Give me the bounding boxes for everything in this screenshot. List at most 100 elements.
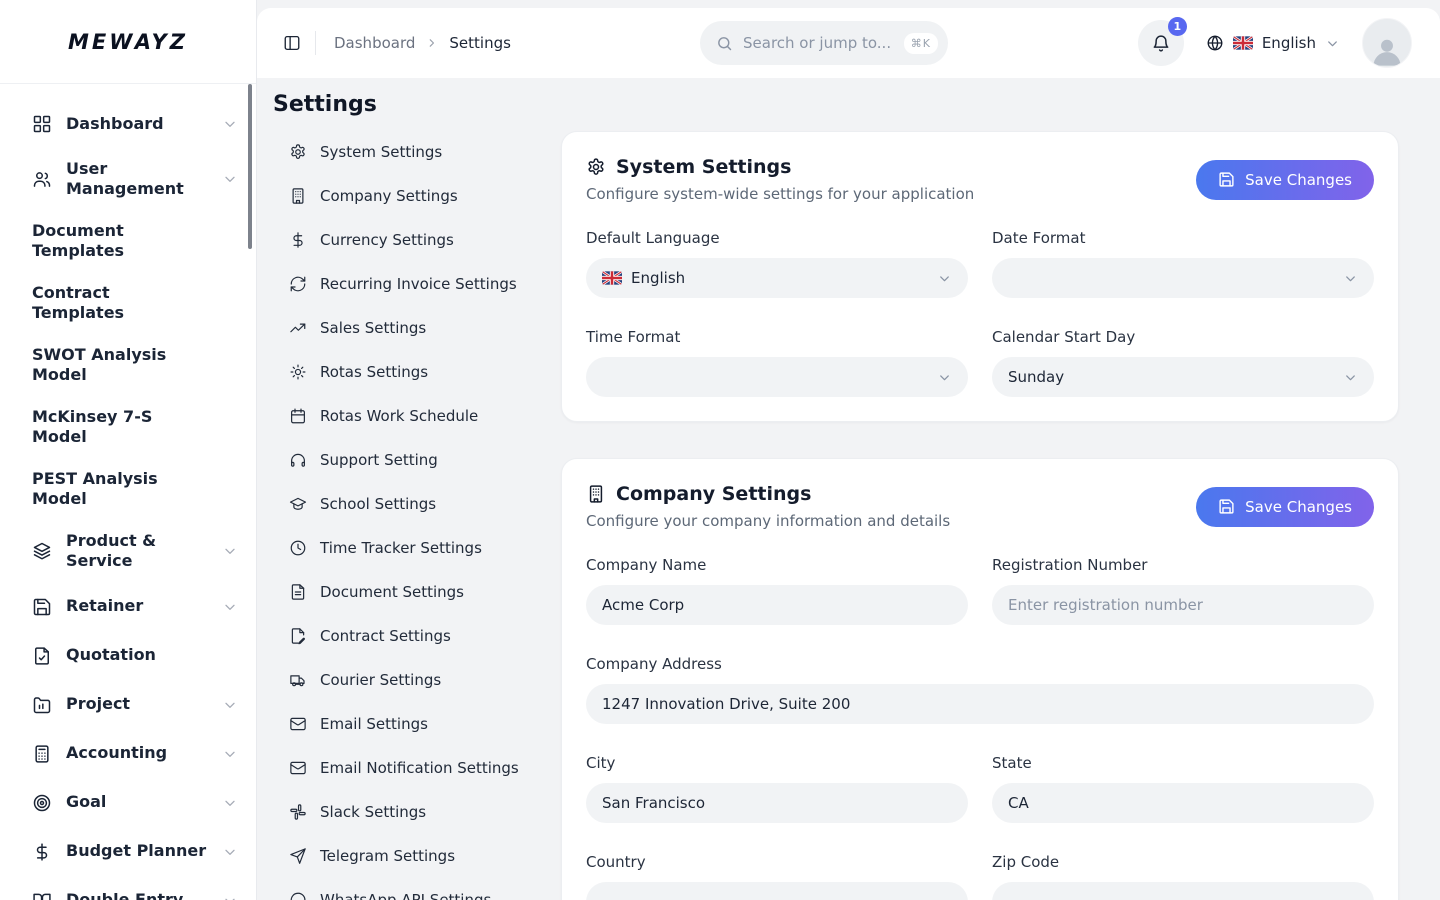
message-circle-icon <box>289 891 307 900</box>
settings-menu-item-currency-settings[interactable]: Currency Settings <box>289 225 561 255</box>
headphones-icon <box>289 451 307 469</box>
sidebar-item-accounting[interactable]: Accounting <box>32 740 238 768</box>
sidebar-item-pest-analysis-model[interactable]: PEST Analysis Model <box>32 469 238 510</box>
search-input[interactable] <box>743 34 894 52</box>
settings-menu-item-rotas-work-schedule[interactable]: Rotas Work Schedule <box>289 401 561 431</box>
settings-menu-label: Support Setting <box>320 451 438 469</box>
city-input[interactable] <box>586 783 968 823</box>
card-head-text: System Settings Configure system-wide se… <box>586 156 974 203</box>
sidebar-item-double-entry[interactable]: Double Entry <box>32 887 238 900</box>
settings-menu-item-document-settings[interactable]: Document Settings <box>289 577 561 607</box>
settings-menu-item-sales-settings[interactable]: Sales Settings <box>289 313 561 343</box>
sidebar-item-swot-analysis-model[interactable]: SWOT Analysis Model <box>32 345 238 386</box>
settings-menu-item-email-notification-settings[interactable]: Email Notification Settings <box>289 753 561 783</box>
date-format-select[interactable] <box>992 258 1374 298</box>
sidebar-scrollbar[interactable] <box>248 84 252 249</box>
settings-menu-item-recurring-invoice-settings[interactable]: Recurring Invoice Settings <box>289 269 561 299</box>
sidebar-item-user-management[interactable]: User Management <box>32 159 238 200</box>
settings-menu-label: Contract Settings <box>320 627 451 645</box>
sidebar-item-project[interactable]: Project <box>32 691 238 719</box>
settings-menu-item-courier-settings[interactable]: Courier Settings <box>289 665 561 695</box>
user-avatar[interactable] <box>1362 18 1412 68</box>
card-fields: Company Name Registration Number Company… <box>586 556 1374 900</box>
registration-number-label: Registration Number <box>992 556 1374 574</box>
company-name-input[interactable] <box>586 585 968 625</box>
send-icon <box>289 847 307 865</box>
chevron-down-icon <box>1325 36 1340 51</box>
settings-menu-item-support-setting[interactable]: Support Setting <box>289 445 561 475</box>
brand-logo-wrap: MEWAYZ <box>0 0 256 84</box>
chevron-down-icon <box>222 844 238 860</box>
settings-menu-item-telegram-settings[interactable]: Telegram Settings <box>289 841 561 871</box>
chevron-right-icon <box>425 36 439 50</box>
sidebar-item-label: User Management <box>66 159 208 200</box>
uk-flag-icon <box>602 271 622 285</box>
sidebar-item-label: Contract Templates <box>32 283 178 324</box>
sidebar-item-product-service[interactable]: Product & Service <box>32 531 238 572</box>
sidebar-item-mckinsey-7-s-model[interactable]: McKinsey 7-S Model <box>32 407 238 448</box>
clock-icon <box>289 539 307 557</box>
company-address-input[interactable] <box>586 684 1374 724</box>
page-title: Settings <box>273 92 1399 117</box>
date-format-field: Date Format <box>992 229 1374 298</box>
card-subtitle: Configure system-wide settings for your … <box>586 185 974 203</box>
save-changes-button[interactable]: Save Changes <box>1196 160 1374 200</box>
chevron-down-icon <box>1325 36 1340 51</box>
breadcrumb-dashboard[interactable]: Dashboard <box>334 34 415 52</box>
sidebar: MEWAYZ Dashboard User Management Documen… <box>0 0 257 900</box>
sidebar-item-budget-planner[interactable]: Budget Planner <box>32 838 238 866</box>
calendar-start-day-select[interactable]: Sunday <box>992 357 1374 397</box>
settings-menu-label: Courier Settings <box>320 671 441 689</box>
graduation-cap-icon <box>289 495 307 513</box>
target-icon <box>32 793 52 813</box>
save-changes-button[interactable]: Save Changes <box>1196 487 1374 527</box>
sidebar-item-label: PEST Analysis Model <box>32 469 178 510</box>
country-input[interactable] <box>586 882 968 900</box>
company-address-field: Company Address <box>586 655 1374 724</box>
zip-code-input[interactable] <box>992 882 1374 900</box>
search-icon <box>716 35 733 52</box>
registration-number-field: Registration Number <box>992 556 1374 625</box>
settings-menu-item-company-settings[interactable]: Company Settings <box>289 181 561 211</box>
users-icon <box>32 169 52 189</box>
settings-menu-item-system-settings[interactable]: System Settings <box>289 137 561 167</box>
settings-menu-item-school-settings[interactable]: School Settings <box>289 489 561 519</box>
language-selector[interactable]: English <box>1206 34 1340 52</box>
registration-number-input[interactable] <box>992 585 1374 625</box>
search-bar[interactable]: ⌘K <box>700 21 948 65</box>
chevron-down-icon <box>1343 271 1358 286</box>
sidebar-item-document-templates[interactable]: Document Templates <box>32 221 238 262</box>
sidebar-item-retainer[interactable]: Retainer <box>32 593 238 621</box>
settings-menu-item-slack-settings[interactable]: Slack Settings <box>289 797 561 827</box>
settings-menu-item-whatsapp-api-settings[interactable]: WhatsApp API Settings <box>289 885 561 900</box>
card-title: Company Settings <box>616 483 811 505</box>
sidebar-item-goal[interactable]: Goal <box>32 789 238 817</box>
time-format-select[interactable] <box>586 357 968 397</box>
notifications-button[interactable]: 1 <box>1138 20 1184 66</box>
bell-icon <box>1151 33 1171 53</box>
settings-menu-label: Company Settings <box>320 187 458 205</box>
settings-menu-item-time-tracker-settings[interactable]: Time Tracker Settings <box>289 533 561 563</box>
chevron-down-icon <box>1343 370 1358 385</box>
settings-menu-item-rotas-settings[interactable]: Rotas Settings <box>289 357 561 387</box>
sidebar-item-quotation[interactable]: Quotation <box>32 642 238 670</box>
notification-count-badge: 1 <box>1168 17 1187 36</box>
calendar-icon <box>289 407 307 425</box>
card-subtitle: Configure your company information and d… <box>586 512 950 530</box>
sidebar-item-label: Double Entry <box>66 890 208 900</box>
topbar: Dashboard Settings ⌘K 1 English <box>257 8 1440 78</box>
cog-icon <box>289 363 307 381</box>
file-text-icon <box>289 583 307 601</box>
slack-icon <box>289 803 307 821</box>
save-icon <box>1218 498 1235 515</box>
settings-menu-item-contract-settings[interactable]: Contract Settings <box>289 621 561 651</box>
sidebar-toggle-button[interactable] <box>283 34 301 52</box>
state-label: State <box>992 754 1374 772</box>
sidebar-item-contract-templates[interactable]: Contract Templates <box>32 283 238 324</box>
sidebar-item-dashboard[interactable]: Dashboard <box>32 110 238 138</box>
default-language-select[interactable]: English <box>586 258 968 298</box>
language-label: English <box>1262 34 1316 52</box>
chevron-down-icon <box>937 271 952 286</box>
settings-menu-item-email-settings[interactable]: Email Settings <box>289 709 561 739</box>
state-input[interactable] <box>992 783 1374 823</box>
